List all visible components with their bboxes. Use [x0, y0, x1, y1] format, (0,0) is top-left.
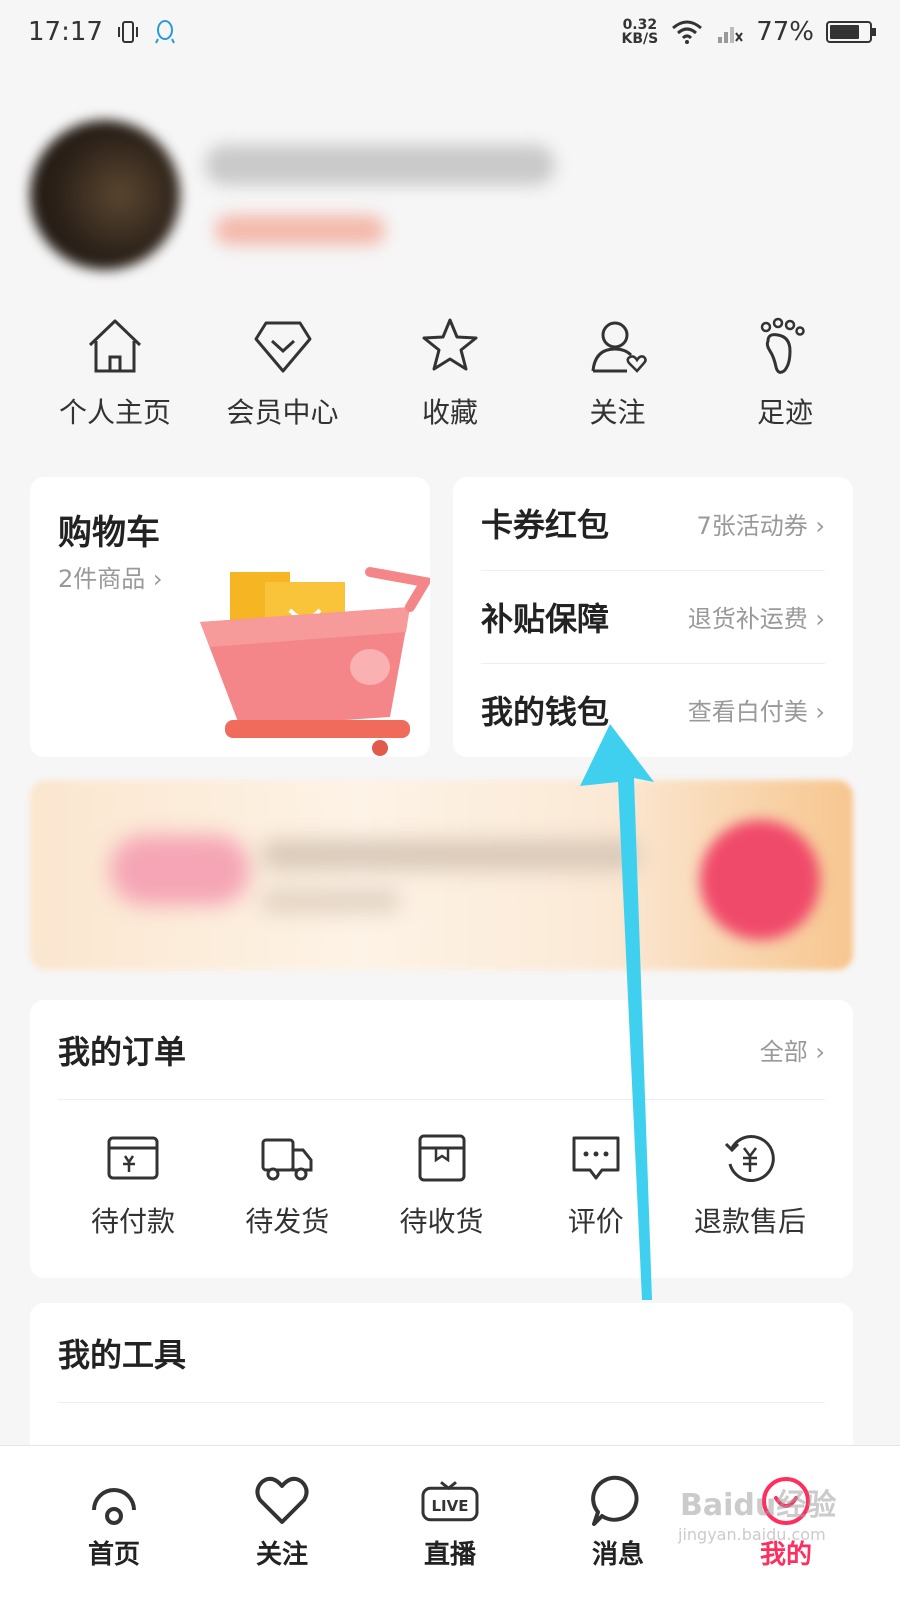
orders-all-link[interactable]: 全部 › — [760, 1032, 825, 1067]
coupons-row[interactable]: 卡券红包 7张活动券 › — [481, 477, 825, 569]
watermark-logo: Baidu经验 — [680, 1488, 837, 1523]
subsidy-meta: 退货补运费 › — [687, 605, 825, 633]
quick-item-footprint[interactable]: 足迹 — [710, 315, 860, 431]
pending-payment-icon — [107, 1136, 159, 1180]
user-tag-blurred — [215, 215, 385, 245]
annotation-arrow-shape — [580, 724, 654, 1300]
quick-item-favorites[interactable]: 收藏 — [375, 315, 525, 431]
order-refund[interactable]: 退款售后 — [675, 1130, 825, 1240]
status-left: 17:17 — [28, 17, 177, 47]
quick-item-member[interactable]: 会员中心 — [208, 315, 358, 431]
chevron-right-icon: › — [152, 565, 163, 593]
diamond-icon — [254, 321, 311, 373]
tab-live[interactable]: LIVE 直播 — [380, 1446, 520, 1600]
promo-banner[interactable] — [30, 780, 853, 970]
avatar[interactable] — [30, 120, 180, 270]
tools-header: 我的工具 — [58, 1303, 825, 1403]
annotation-arrow — [580, 724, 654, 1300]
cart-title: 购物车 — [58, 513, 160, 553]
order-pending-shipment[interactable]: 待发货 — [212, 1130, 362, 1240]
status-bar: 17:17 0.32 KB/S 77% — [0, 0, 900, 64]
cart-subtitle[interactable]: 2件商品 › — [58, 559, 163, 594]
quick-label: 收藏 — [421, 396, 478, 429]
profile-header[interactable] — [30, 120, 870, 290]
home-tab-icon — [92, 1488, 136, 1525]
watermark-url: jingyan.baidu.com — [678, 1525, 826, 1544]
chevron-right-icon: › — [815, 605, 825, 633]
follow-user-icon — [591, 321, 647, 373]
footprint-icon — [760, 317, 805, 374]
message-icon — [591, 1475, 639, 1526]
tools-title: 我的工具 — [58, 1335, 187, 1374]
signal-icon — [718, 27, 744, 43]
home-icon — [88, 319, 142, 373]
quick-label: 会员中心 — [226, 396, 339, 429]
user-name-blurred — [205, 145, 555, 185]
wallet-meta: 查看白付美 › — [687, 698, 825, 726]
chevron-right-icon: › — [815, 511, 825, 540]
battery-percent: 77% — [756, 17, 814, 47]
orders-card: 我的订单 全部 › 待付款 待发货 待收货 评价 退款售后 — [30, 1000, 853, 1278]
coupons-meta: 7张活动券 › — [696, 511, 825, 540]
battery-fill — [830, 25, 860, 39]
orders-header: 我的订单 全部 › — [58, 1000, 825, 1100]
subsidy-row[interactable]: 补贴保障 退货补运费 › — [481, 570, 825, 662]
tab-home[interactable]: 首页 — [44, 1446, 184, 1600]
wifi-icon — [672, 20, 703, 44]
quick-actions: 个人主页 会员中心 收藏 关注 足迹 — [40, 315, 860, 431]
battery-icon — [826, 21, 876, 43]
pending-receipt-icon — [418, 1134, 465, 1182]
shopping-cart-illustration — [200, 567, 430, 756]
vibrate-icon — [117, 21, 138, 43]
order-status-row: 待付款 待发货 待收货 评价 退款售后 — [58, 1130, 825, 1240]
tab-messages[interactable]: 消息 — [548, 1446, 688, 1600]
live-tv-icon: LIVE — [421, 1481, 479, 1522]
chevron-right-icon: › — [815, 1038, 825, 1066]
refund-icon — [724, 1135, 775, 1182]
heart-icon — [255, 1476, 309, 1524]
quick-item-follow[interactable]: 关注 — [543, 315, 693, 431]
quick-item-home[interactable]: 个人主页 — [40, 315, 190, 431]
qq-icon — [155, 20, 175, 44]
svg-text:LIVE: LIVE — [432, 1497, 469, 1515]
quick-label: 个人主页 — [58, 396, 171, 429]
orders-title: 我的订单 — [58, 1032, 187, 1071]
status-right: 0.32 KB/S 77% — [621, 17, 876, 47]
chevron-right-icon: › — [815, 698, 825, 726]
cart-card[interactable]: 购物车 2件商品 › — [30, 477, 430, 757]
order-pending-payment[interactable]: 待付款 — [58, 1130, 208, 1240]
net-speed: 0.32 KB/S — [621, 17, 659, 47]
quick-label: 关注 — [589, 396, 646, 429]
benefits-card: 卡券红包 7张活动券 › 补贴保障 退货补运费 › 我的钱包 查看白付美 › — [453, 477, 853, 757]
pending-shipment-icon — [261, 1138, 313, 1181]
order-pending-receipt[interactable]: 待收货 — [367, 1130, 517, 1240]
clock: 17:17 — [28, 17, 103, 47]
quick-label: 足迹 — [756, 396, 813, 429]
star-icon — [422, 318, 478, 371]
tab-follow[interactable]: 关注 — [212, 1446, 352, 1600]
